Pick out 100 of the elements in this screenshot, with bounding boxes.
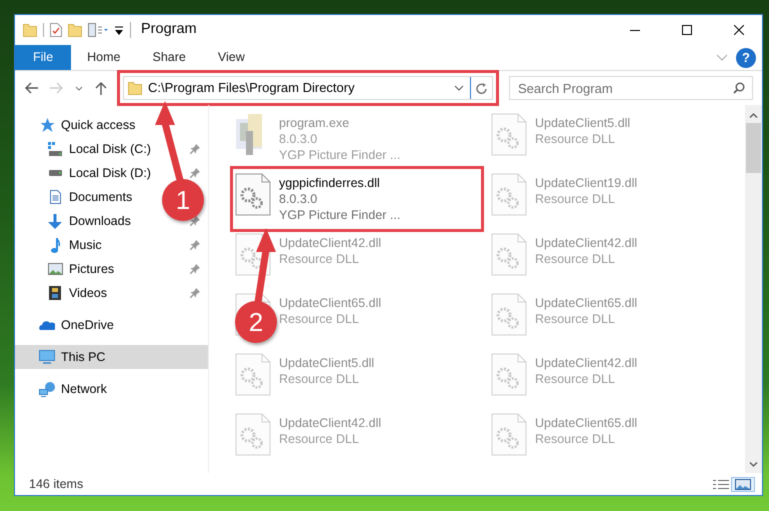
file-item[interactable]: UpdateClient65.dll Resource DLL: [279, 293, 382, 327]
file-item[interactable]: UpdateClient42.dll Resource DLL: [535, 233, 638, 267]
sidebar-item[interactable]: Documents: [47, 188, 132, 206]
search-icon[interactable]: [733, 82, 745, 94]
drive-icon: [48, 170, 62, 176]
sidebar-item[interactable]: OneDrive: [15, 313, 208, 337]
file-item[interactable]: UpdateClient42.dll Resource DLL: [279, 233, 382, 267]
document-icon: [50, 190, 60, 204]
file-detail: Resource DLL: [535, 431, 616, 447]
file-gears-icon: [491, 293, 527, 336]
help-icon[interactable]: ?: [736, 48, 756, 68]
file-gears-icon: [491, 113, 527, 156]
pin-icon[interactable]: [190, 168, 200, 178]
file-detail: Resource DLL: [279, 251, 360, 267]
dropdown-icon[interactable]: [114, 26, 124, 34]
file-item[interactable]: UpdateClient5.dll Resource DLL: [535, 113, 630, 147]
sidebar-item[interactable]: Local Disk (D:): [47, 164, 151, 182]
file-name[interactable]: UpdateClient42.dll: [279, 415, 382, 431]
ribbon-tab[interactable]: File: [15, 45, 72, 70]
properties-icon[interactable]: [50, 23, 62, 37]
file-gears-icon: [491, 233, 527, 276]
file-name[interactable]: UpdateClient65.dll: [535, 415, 638, 431]
maximize-icon[interactable]: [682, 25, 692, 35]
file-detail: Resource DLL: [535, 191, 616, 207]
file-detail: Resource DLL: [279, 371, 360, 387]
back-arrow-icon[interactable]: [25, 82, 38, 94]
chevron-icon[interactable]: [75, 86, 83, 90]
file-gears-icon: [491, 173, 527, 216]
file-name[interactable]: UpdateClient65.dll: [279, 295, 382, 311]
file-gears-icon: [235, 413, 271, 456]
file-name[interactable]: UpdateClient5.dll: [535, 115, 630, 131]
details-view-button[interactable]: [710, 478, 732, 490]
folder-icon: [128, 82, 142, 94]
sidebar-item[interactable]: Videos: [47, 284, 107, 302]
pin-icon[interactable]: [190, 144, 200, 154]
ribbon-tab[interactable]: View: [202, 45, 261, 70]
pin-icon[interactable]: [190, 288, 200, 298]
folder-icon: [23, 24, 37, 36]
download-icon: [48, 214, 62, 228]
film-icon: [49, 286, 61, 300]
file-detail: 8.0.3.0: [279, 131, 318, 147]
ribbon-tab[interactable]: Share: [136, 45, 202, 70]
file-detail: 8.0.3.0: [279, 191, 318, 207]
scrollbar-thumb[interactable]: [746, 123, 761, 173]
close-icon[interactable]: [734, 25, 744, 35]
file-item[interactable]: UpdateClient19.dll Resource DLL: [535, 173, 638, 207]
pin-icon[interactable]: [190, 216, 200, 226]
cloud-icon: [39, 320, 55, 330]
file-detail: YGP Picture Finder ...: [279, 207, 400, 223]
file-gears-icon: [235, 353, 271, 396]
sidebar-item[interactable]: Quick access: [15, 113, 208, 137]
file-detail: Resource DLL: [279, 311, 360, 327]
dropdown-icon[interactable]: [454, 85, 464, 91]
sidebar-item[interactable]: Local Disk (C:): [47, 140, 151, 158]
file-gears-icon: [235, 173, 271, 216]
sidebar-item[interactable]: Downloads: [47, 212, 131, 230]
layout-icon[interactable]: [88, 23, 108, 37]
window-title: Program: [141, 20, 197, 40]
list-icon[interactable]: [713, 478, 729, 490]
file-detail: Resource DLL: [279, 431, 360, 447]
music-note-icon: [50, 238, 60, 252]
file-name[interactable]: UpdateClient42.dll: [279, 235, 382, 251]
monitor-icon: [39, 350, 55, 364]
picture-icon[interactable]: [735, 478, 751, 490]
file-detail: YGP Picture Finder ...: [279, 147, 400, 163]
star-icon: [40, 118, 54, 132]
scroll-up-icon[interactable]: [749, 113, 758, 118]
file-detail: Resource DLL: [535, 311, 616, 327]
file-detail: Resource DLL: [535, 131, 616, 147]
file-name[interactable]: UpdateClient19.dll: [535, 175, 638, 191]
file-item[interactable]: ygppicfinderres.dll 8.0.3.0 YGP Picture Finder ...: [279, 173, 400, 223]
file-item[interactable]: UpdateClient5.dll Resource DLL: [279, 353, 374, 387]
large-icons-view-button[interactable]: [732, 478, 754, 490]
file-name[interactable]: UpdateClient5.dll: [279, 355, 374, 371]
sidebar-item[interactable]: This PC: [15, 345, 208, 369]
file-name[interactable]: program.exe: [279, 115, 400, 131]
search-field[interactable]: Search Program: [509, 76, 753, 100]
file-name[interactable]: UpdateClient42.dll: [535, 355, 638, 371]
file-name[interactable]: UpdateClient65.dll: [535, 295, 638, 311]
file-item[interactable]: program.exe 8.0.3.0 YGP Picture Finder ...: [279, 113, 400, 163]
sidebar-item[interactable]: Network: [15, 377, 208, 401]
file-item[interactable]: UpdateClient42.dll Resource DLL: [279, 413, 382, 447]
file-name[interactable]: UpdateClient42.dll: [535, 235, 638, 251]
sidebar-item[interactable]: Pictures: [47, 260, 114, 278]
file-item[interactable]: UpdateClient65.dll Resource DLL: [535, 293, 638, 327]
file-item[interactable]: UpdateClient65.dll Resource DLL: [535, 413, 638, 447]
sidebar-item[interactable]: Music: [47, 236, 102, 254]
ribbon-tab[interactable]: Home: [71, 45, 136, 70]
network-icon: [39, 382, 55, 396]
pin-icon[interactable]: [190, 240, 200, 250]
drive-icon: [48, 142, 62, 156]
up-arrow-icon[interactable]: [95, 82, 107, 94]
refresh-icon[interactable]: [476, 82, 487, 94]
picture-icon: [48, 263, 62, 275]
pin-icon[interactable]: [190, 264, 200, 274]
file-item[interactable]: UpdateClient42.dll Resource DLL: [535, 353, 638, 387]
file-detail: Resource DLL: [535, 371, 616, 387]
file-name[interactable]: ygppicfinderres.dll: [279, 175, 400, 191]
file-gears-icon: [491, 413, 527, 456]
scroll-down-icon[interactable]: [749, 462, 758, 467]
